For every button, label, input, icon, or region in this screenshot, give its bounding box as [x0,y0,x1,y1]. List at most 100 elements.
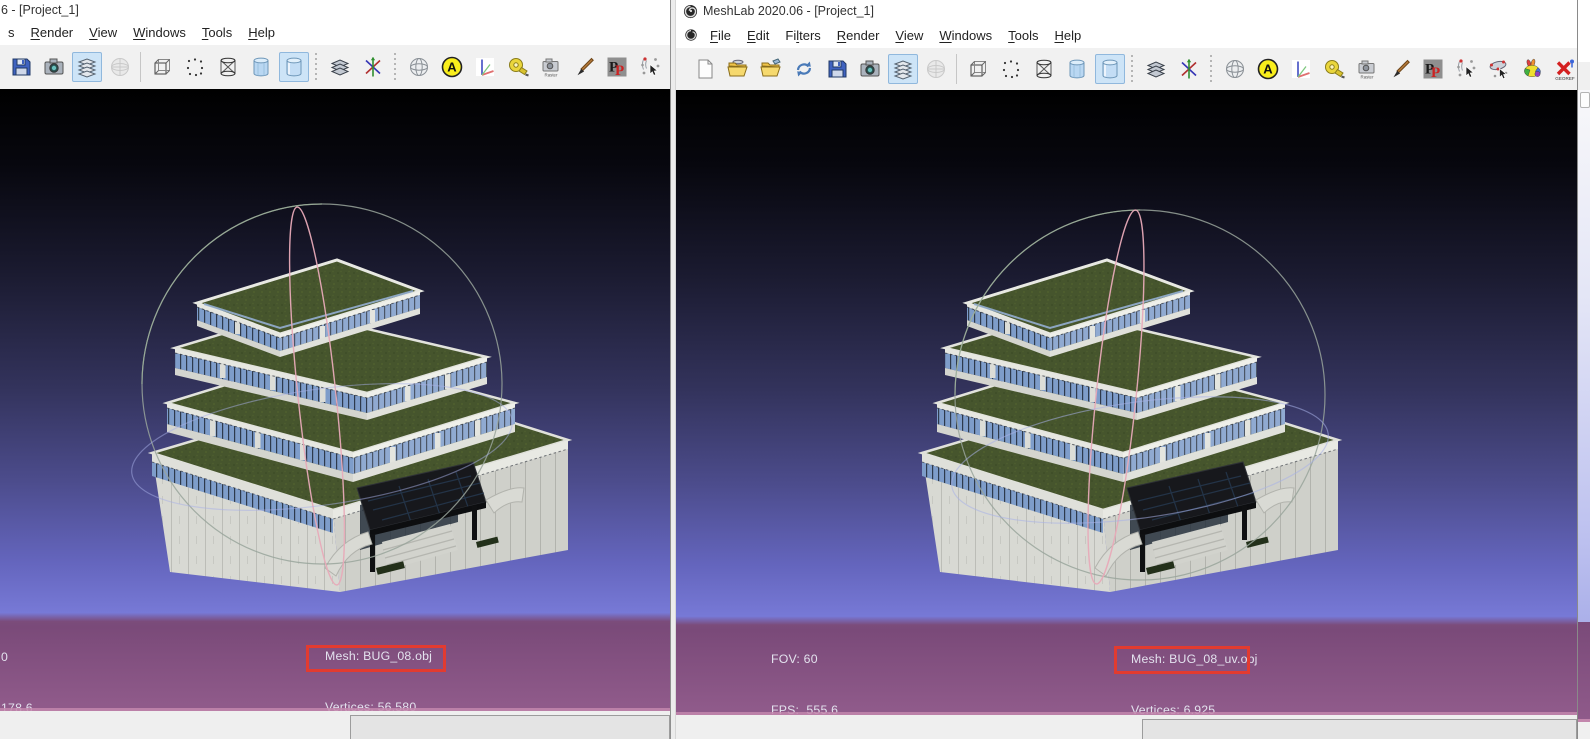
flat-icon [1065,57,1089,81]
svg-text:A: A [1263,62,1273,77]
toolbar-button-flat[interactable] [246,52,276,82]
toolbar-button-wireframe[interactable] [1029,54,1059,84]
toolbar-button-layers[interactable] [72,52,102,82]
toolbar-separator [140,52,141,82]
toolbar-button-bbox[interactable] [147,52,177,82]
bunny-icon [1520,57,1544,81]
bottom-strip [676,715,1577,739]
toolbar-button-stack[interactable] [1141,54,1171,84]
toolbar-button-bunny[interactable] [1517,54,1547,84]
menu-item-help[interactable]: Help [1046,25,1089,46]
toolbar-button-brush[interactable] [1385,54,1415,84]
menu-bar: FileEditFiltersRenderViewWindowsToolsHel… [676,22,1577,49]
toolbar-button-trackball[interactable] [1220,54,1250,84]
toolbar-button-aligncam[interactable]: Raster [1352,54,1382,84]
toolbar-button-meshmove[interactable] [1484,54,1514,84]
toolbar-button-triad[interactable] [1286,54,1316,84]
toolbar-button-smooth[interactable] [279,52,309,82]
menu-item-help[interactable]: Help [240,22,283,43]
toolbar-button-triad[interactable] [470,52,500,82]
menu-item-windows[interactable]: Windows [931,25,1000,46]
menu-item-tools[interactable]: Tools [1000,25,1046,46]
toolbar-button-axes[interactable] [1174,54,1204,84]
toolbar-button-snapshot[interactable] [855,54,885,84]
menu-item-windows[interactable]: Windows [125,22,194,43]
points-icon [999,57,1023,81]
triad-icon [1289,57,1313,81]
menu-bar: sRenderViewWindowsToolsHelp [0,20,670,46]
tape-icon [1322,57,1346,81]
toolbar-button-stack[interactable] [325,52,355,82]
hud-fov: FOV: 60 [771,651,872,668]
brush-icon [572,55,596,79]
menu-item-filters-clipped[interactable]: s [0,22,23,43]
toolbar: A Raster PP [0,45,670,90]
toolbar-button-points[interactable] [180,52,210,82]
menu-item-render[interactable]: Render [829,25,888,46]
menu-item-file[interactable]: File [702,25,739,46]
toolbar-button-layers[interactable] [888,54,918,84]
aligncam-icon: Raster [539,55,563,79]
toolbar-button-texta[interactable]: A [437,52,467,82]
toolbar-button-aligncam[interactable]: Raster [536,52,566,82]
menu-item-view[interactable]: View [81,22,125,43]
toolbar-button-pp[interactable]: PP [1418,54,1448,84]
viewport-3d[interactable]: 0 178.6 ENDERING Mesh: BUG_08.obj Vertic… [0,89,670,711]
toolbar-button-tape[interactable] [1319,54,1349,84]
toolbar-button-pp[interactable]: PP [602,52,632,82]
toolbar-button-points[interactable] [996,54,1026,84]
pointpick-icon [1454,57,1478,81]
toolbar-button-trackball[interactable] [404,52,434,82]
pp-icon: PP [1421,57,1445,81]
scrollbar-thumb[interactable] [1580,92,1590,108]
toolbar-button-tape[interactable] [503,52,533,82]
toolbar-button-reload[interactable] [789,54,819,84]
toolbar-button-brush[interactable] [569,52,599,82]
toolbar-button-smooth[interactable] [1095,54,1125,84]
toolbar-button-flat[interactable] [1062,54,1092,84]
toolbar-button-axes[interactable] [358,52,388,82]
menu-item-edit[interactable]: Edit [739,25,777,46]
snapshot-icon [42,55,66,79]
toolbar-grip [314,53,319,81]
toolbar-button-bbox[interactable] [963,54,993,84]
bottom-strip [0,711,670,739]
title-bar[interactable]: 6 - [Project_1] [0,0,670,20]
toolbar-button-texta[interactable]: A [1253,54,1283,84]
toolbar-button-save[interactable] [822,54,852,84]
menu-item-render[interactable]: Render [23,22,82,43]
tape-icon [506,55,530,79]
triad-icon [473,55,497,79]
toolbar-button-georef[interactable]: GEOREF [1550,54,1578,84]
toolbar: ARasterPPGEOREFi [676,48,1577,91]
texta-icon: A [440,55,464,79]
smooth-icon [282,55,306,79]
toolbar-button-openproject[interactable] [756,54,786,84]
menu-item-filters[interactable]: Filters [777,25,828,46]
title-bar[interactable]: MeshLab 2020.06 - [Project_1] [676,0,1577,22]
menu-item-view[interactable]: View [887,25,931,46]
hud-fps: FPS: 555.6 [771,702,872,715]
building-model[interactable] [922,260,1338,592]
hud-camera-info: FOV: 60 FPS: 555.6 BO_RENDERING [771,617,872,715]
toolbar-button-snapshot[interactable] [39,52,69,82]
toolbar-button-save[interactable] [6,52,36,82]
toolbar-button-wireframe[interactable] [213,52,243,82]
right-edge-gradient [1578,90,1590,622]
toolbar-button-new[interactable] [690,54,720,84]
svg-text:A: A [447,60,457,75]
pp-icon: PP [605,55,629,79]
axes-icon [1177,57,1201,81]
hud-fps: 178.6 [1,700,68,711]
axes-icon [361,55,385,79]
viewport-3d[interactable]: FOV: 60 FPS: 555.6 BO_RENDERING Mesh: BU… [676,90,1577,715]
building-model[interactable] [152,260,568,592]
toolbar-button-openmesh[interactable] [723,54,753,84]
toolbar-button-pointpick[interactable] [1451,54,1481,84]
menu-item-tools[interactable]: Tools [194,22,240,43]
save-icon [9,55,33,79]
wireframe-icon [216,55,240,79]
layers-icon [75,55,99,79]
svg-text:Raster: Raster [1360,75,1373,80]
toolbar-button-pointpick[interactable] [635,52,665,82]
